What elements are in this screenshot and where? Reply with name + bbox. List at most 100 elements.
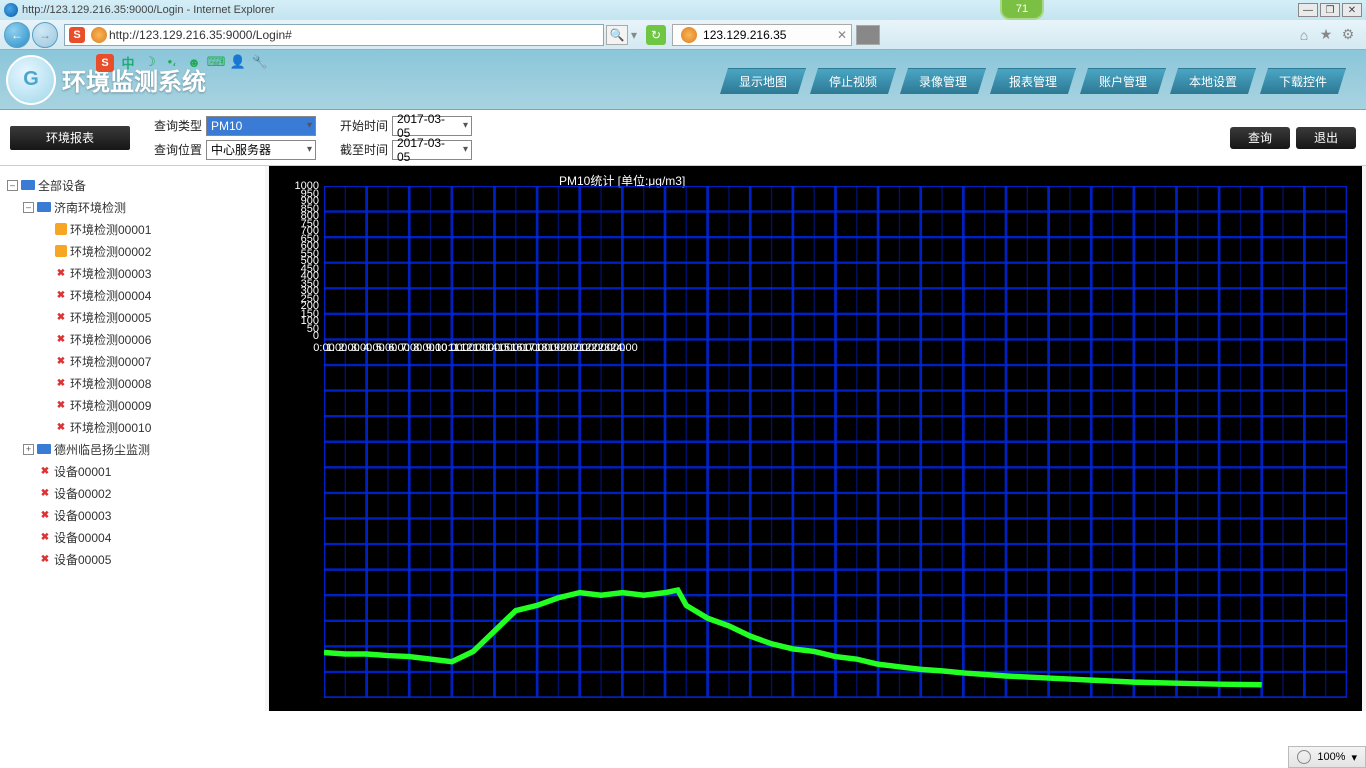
tree-item[interactable]: 环境检测00003 (4, 264, 261, 282)
ime-smile-icon[interactable]: ☻ (186, 54, 202, 70)
tree-label: 环境检测00010 (70, 419, 151, 436)
zoom-dropdown-icon[interactable]: ▾ (1351, 751, 1357, 764)
tree-label: 环境检测00006 (70, 331, 151, 348)
tree-item[interactable]: 环境检测00010 (4, 418, 261, 436)
tree-item[interactable]: 设备00002 (4, 484, 261, 502)
refresh-button[interactable]: ↻ (646, 25, 666, 45)
tree-label: 设备00005 (54, 551, 111, 568)
tree-item[interactable]: 环境检测00008 (4, 374, 261, 392)
nav-map[interactable]: 显示地图 (720, 68, 806, 94)
tree-label: 设备00001 (54, 463, 111, 480)
new-tab-button[interactable] (856, 25, 880, 45)
tree-item[interactable]: 环境检测00001 (4, 220, 261, 238)
end-time-select[interactable]: 2017-03-05 (392, 140, 472, 160)
tree-item[interactable]: 环境检测00007 (4, 352, 261, 370)
browser-tab[interactable]: 123.129.216.35 ✕ (672, 24, 852, 46)
device-offline-icon (55, 421, 67, 433)
favorites-icon[interactable]: ★ (1318, 27, 1334, 43)
minimize-button[interactable]: — (1298, 3, 1318, 17)
tree-item[interactable]: 设备00003 (4, 506, 261, 524)
query-type-select[interactable]: PM10 (206, 116, 316, 136)
tree-label: 环境检测00008 (70, 375, 151, 392)
search-button[interactable]: 🔍 (606, 25, 628, 45)
sogou-icon: S (69, 27, 85, 43)
query-type-label: 查询类型 (146, 117, 202, 134)
tab-icon (681, 27, 697, 43)
tree-item[interactable]: 环境检测00009 (4, 396, 261, 414)
shield-icon: G (6, 55, 56, 105)
restore-button[interactable]: ❐ (1320, 3, 1340, 17)
app-header: S 中 ☽ •، ☻ ⌨ 👤 🔧 G 环境监测系统 显示地图 停止视频 录像管理… (0, 50, 1366, 110)
url-box[interactable]: S http://123.129.216.35:9000/Login# (64, 24, 604, 46)
expander-icon[interactable]: – (23, 202, 34, 213)
sogou-badge-icon[interactable]: S (96, 54, 114, 72)
exit-button[interactable]: 退出 (1296, 127, 1356, 149)
tree-item[interactable]: 环境检测00005 (4, 308, 261, 326)
tree-group-jinan[interactable]: – 济南环境检测 (4, 198, 261, 216)
start-time-label: 开始时间 (332, 117, 388, 134)
window-titlebar: http://123.129.216.35:9000/Login - Inter… (0, 0, 1366, 20)
dropdown-icon[interactable]: ▾ (631, 28, 637, 42)
env-report-badge[interactable]: 环境报表 (10, 126, 130, 150)
ime-moon-icon[interactable]: ☽ (142, 54, 158, 70)
tree-item[interactable]: 环境检测00002 (4, 242, 261, 260)
ime-comma-icon[interactable]: •، (164, 54, 180, 70)
expander-icon[interactable]: + (23, 444, 34, 455)
tools-icon[interactable]: ⚙ (1340, 27, 1356, 43)
body-row: –全部设备–济南环境检测环境检测00001环境检测00002环境检测00003环… (0, 166, 1366, 711)
close-window-button[interactable]: ✕ (1342, 3, 1362, 17)
site-icon (91, 27, 107, 43)
tree-root-node[interactable]: – 全部设备 (4, 176, 261, 194)
tab-close-icon[interactable]: ✕ (837, 28, 847, 42)
filter-bar: 环境报表 查询类型 PM10 查询位置 中心服务器 开始时间 2017-03-0… (0, 110, 1366, 166)
device-offline-icon (55, 333, 67, 345)
nav-recording[interactable]: 录像管理 (900, 68, 986, 94)
tree-item[interactable]: 设备00001 (4, 462, 261, 480)
tree-label: 环境检测00004 (70, 287, 151, 304)
ime-ch-icon[interactable]: 中 (120, 54, 136, 70)
query-loc-label: 查询位置 (146, 141, 202, 158)
back-button[interactable]: ← (4, 22, 30, 48)
line-chart (324, 186, 1347, 698)
query-loc-value: 中心服务器 (211, 141, 271, 158)
nav-report[interactable]: 报表管理 (990, 68, 1076, 94)
tree-item[interactable]: 设备00004 (4, 528, 261, 546)
group-icon (21, 180, 35, 190)
query-loc-select[interactable]: 中心服务器 (206, 140, 316, 160)
tree-label: 设备00003 (54, 507, 111, 524)
nav-stop-video[interactable]: 停止视频 (810, 68, 896, 94)
device-offline-icon (55, 311, 67, 323)
query-button[interactable]: 查询 (1230, 127, 1290, 149)
tree-label: 环境检测00002 (70, 243, 151, 260)
y-tick: 1000 (279, 180, 319, 192)
nav-local[interactable]: 本地设置 (1170, 68, 1256, 94)
device-tree[interactable]: –全部设备–济南环境检测环境检测00001环境检测00002环境检测00003环… (0, 166, 265, 711)
nav-download[interactable]: 下载控件 (1260, 68, 1346, 94)
query-type-value: PM10 (211, 119, 242, 133)
tree-label: 全部设备 (38, 177, 86, 194)
tab-label: 123.129.216.35 (703, 28, 786, 42)
tree-label: 设备00002 (54, 485, 111, 502)
tree-item[interactable]: 环境检测00006 (4, 330, 261, 348)
zoom-icon[interactable] (1297, 750, 1311, 764)
tree-item[interactable]: 设备00005 (4, 550, 261, 568)
device-offline-icon (55, 377, 67, 389)
device-offline-icon (39, 465, 51, 477)
nav-account[interactable]: 账户管理 (1080, 68, 1166, 94)
tree-item[interactable]: 环境检测00004 (4, 286, 261, 304)
ime-person-icon[interactable]: 👤 (230, 54, 246, 70)
start-time-select[interactable]: 2017-03-05 (392, 116, 472, 136)
group-icon (37, 202, 51, 212)
tree-label: 济南环境检测 (54, 199, 126, 216)
score-badge: 71 (1000, 0, 1044, 20)
ime-keyboard-icon[interactable]: ⌨ (208, 54, 224, 70)
home-icon[interactable]: ⌂ (1296, 27, 1312, 43)
chart-area: PM10统计 [单位:μg/m3] 0501001502002503003504… (269, 166, 1362, 711)
group-icon (37, 444, 51, 454)
expander-icon[interactable]: – (7, 180, 18, 191)
tree-label: 德州临邑扬尘监测 (54, 441, 150, 458)
tree-group-dezhou[interactable]: + 德州临邑扬尘监测 (4, 440, 261, 458)
ime-wrench-icon[interactable]: 🔧 (252, 54, 268, 70)
device-online-icon (55, 223, 67, 235)
forward-button[interactable]: → (32, 22, 58, 48)
